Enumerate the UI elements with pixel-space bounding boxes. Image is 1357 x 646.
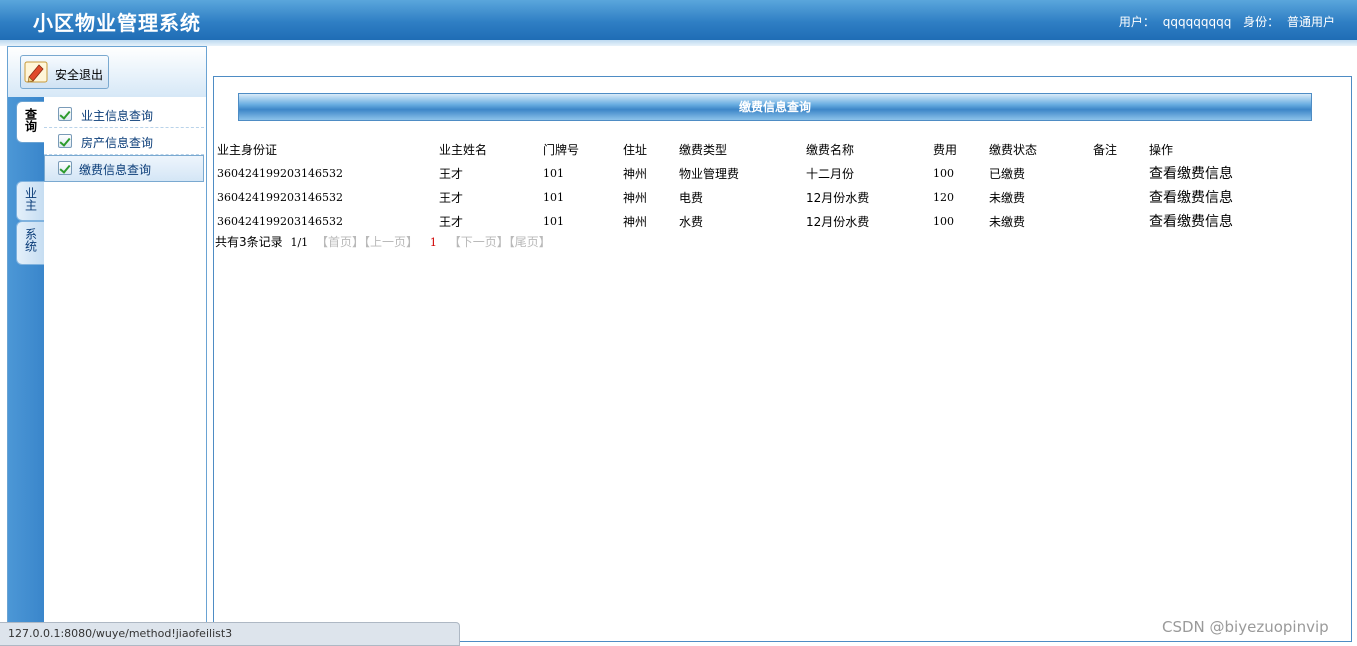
cell-fee-type: 物业管理费 bbox=[679, 166, 740, 181]
user-name: qqqqqqqqq bbox=[1162, 15, 1232, 29]
col-amount: 费用 bbox=[933, 142, 958, 157]
menu-item-label: 房产信息查询 bbox=[81, 136, 154, 150]
app-title: 小区物业管理系统 bbox=[33, 11, 201, 35]
cell-address: 神州 bbox=[623, 190, 648, 205]
col-fee-name: 缴费名称 bbox=[806, 142, 855, 157]
tab-query[interactable]: 查询 bbox=[16, 101, 44, 143]
cell-id-card: 360424199203146532 bbox=[217, 166, 343, 180]
cell-status: 已缴费 bbox=[989, 166, 1026, 181]
col-status: 缴费状态 bbox=[989, 142, 1038, 157]
cell-owner-name: 王才 bbox=[439, 166, 464, 181]
browser-status-bar: 127.0.0.1:8080/wuye/method!jiaofeilist3 bbox=[0, 622, 460, 646]
cell-fee-name: 十二月份 bbox=[806, 166, 855, 181]
col-fee-type: 缴费类型 bbox=[679, 142, 728, 157]
menu-item-label: 缴费信息查询 bbox=[79, 163, 152, 177]
table-row: 360424199203146532 王才 101 神州 水费 12月份水费 1… bbox=[217, 209, 1259, 233]
col-id-card: 业主身份证 bbox=[217, 142, 278, 157]
pager-page-info: 1/1 bbox=[290, 236, 309, 249]
role-label: 身份： bbox=[1243, 15, 1280, 29]
pager-first-link[interactable]: 【首页】 bbox=[316, 235, 364, 249]
payment-table: 业主身份证 业主姓名 门牌号 住址 缴费类型 缴费名称 费用 缴费状态 备注 操… bbox=[217, 137, 1259, 233]
view-payment-link[interactable]: 查看缴费信息 bbox=[1149, 185, 1259, 209]
main-content: 缴费信息查询 业主身份证 业主姓名 门牌号 住址 缴费类型 缴费名称 费用 缴费… bbox=[213, 76, 1352, 642]
logout-button[interactable]: 安全退出 bbox=[20, 55, 109, 89]
cell-owner-name: 王才 bbox=[439, 190, 464, 205]
logout-label: 安全退出 bbox=[55, 68, 104, 82]
main-top-spacer bbox=[210, 46, 1357, 68]
pager-total: 共有3条记录 bbox=[215, 235, 283, 249]
cell-remark bbox=[1093, 185, 1149, 209]
col-address: 住址 bbox=[623, 142, 648, 157]
col-action: 操作 bbox=[1149, 142, 1174, 157]
cell-amount: 100 bbox=[933, 166, 954, 180]
cell-id-card: 360424199203146532 bbox=[217, 214, 343, 228]
role-value: 普通用户 bbox=[1286, 15, 1335, 29]
col-owner-name: 业主姓名 bbox=[439, 142, 488, 157]
cell-id-card: 360424199203146532 bbox=[217, 190, 343, 204]
cell-door-no: 101 bbox=[543, 214, 564, 228]
vertical-tab-strip: 查询 业主 系统 bbox=[8, 97, 44, 646]
user-info: 用户： qqqqqqqqq 身份： 普通用户 bbox=[1115, 13, 1335, 30]
sidebar-menu: 业主信息查询 房产信息查询 缴费信息查询 bbox=[44, 101, 204, 182]
table-header-row: 业主身份证 业主姓名 门牌号 住址 缴费类型 缴费名称 费用 缴费状态 备注 操… bbox=[217, 137, 1259, 161]
checkbox-icon bbox=[58, 161, 72, 175]
cell-door-no: 101 bbox=[543, 166, 564, 180]
checkbox-icon bbox=[58, 134, 72, 148]
user-label: 用户： bbox=[1118, 15, 1155, 29]
table-row: 360424199203146532 王才 101 神州 电费 12月份水费 1… bbox=[217, 185, 1259, 209]
cell-door-no: 101 bbox=[543, 190, 564, 204]
header-bar: 小区物业管理系统 用户： qqqqqqqqq 身份： 普通用户 bbox=[0, 0, 1357, 40]
menu-item-label: 业主信息查询 bbox=[81, 109, 154, 123]
cell-address: 神州 bbox=[623, 214, 648, 229]
cell-owner-name: 王才 bbox=[439, 214, 464, 229]
checkbox-icon bbox=[58, 107, 72, 121]
table-row: 360424199203146532 王才 101 神州 物业管理费 十二月份 … bbox=[217, 161, 1259, 185]
tab-system[interactable]: 系统 bbox=[16, 221, 44, 265]
col-door-no: 门牌号 bbox=[543, 142, 580, 157]
menu-item-property-query[interactable]: 房产信息查询 bbox=[44, 128, 204, 155]
pagination: 共有3条记录 1/1 【首页】【上一页】 1 【下一页】【尾页】 bbox=[215, 233, 551, 250]
pager-last-link[interactable]: 【尾页】 bbox=[509, 235, 551, 249]
logout-area: 安全退出 bbox=[8, 47, 206, 97]
sidebar: 安全退出 查询 业主 系统 业主信息查询 房产信息查询 缴费信息查询 bbox=[7, 46, 207, 646]
pager-next-link[interactable]: 【下一页】 bbox=[449, 235, 509, 249]
pager-prev-link[interactable]: 【上一页】 bbox=[364, 235, 418, 249]
cell-fee-type: 电费 bbox=[679, 190, 704, 205]
cell-amount: 100 bbox=[933, 214, 954, 228]
cell-address: 神州 bbox=[623, 166, 648, 181]
tab-owner-label: 业主 bbox=[23, 187, 38, 211]
tab-system-label: 系统 bbox=[23, 228, 38, 252]
cell-amount: 120 bbox=[933, 190, 954, 204]
cell-status: 未缴费 bbox=[989, 190, 1026, 205]
tab-owner[interactable]: 业主 bbox=[16, 181, 44, 221]
tab-query-label: 查询 bbox=[23, 108, 38, 132]
watermark-text: CSDN @biyezuopinvip bbox=[1162, 618, 1329, 636]
cell-fee-name: 12月份水费 bbox=[806, 190, 870, 205]
menu-item-payment-query[interactable]: 缴费信息查询 bbox=[44, 155, 204, 182]
cell-fee-name: 12月份水费 bbox=[806, 214, 870, 229]
cell-status: 未缴费 bbox=[989, 214, 1026, 229]
view-payment-link[interactable]: 查看缴费信息 bbox=[1149, 161, 1259, 185]
pencil-icon bbox=[24, 61, 48, 83]
panel-title: 缴费信息查询 bbox=[238, 93, 1312, 121]
cell-fee-type: 水费 bbox=[679, 214, 704, 229]
view-payment-link[interactable]: 查看缴费信息 bbox=[1149, 209, 1259, 233]
col-remark: 备注 bbox=[1093, 142, 1118, 157]
pager-current-page: 1 bbox=[429, 236, 437, 249]
menu-item-owner-query[interactable]: 业主信息查询 bbox=[44, 101, 204, 128]
cell-remark bbox=[1093, 209, 1149, 233]
cell-remark bbox=[1093, 161, 1149, 185]
app-window: 小区物业管理系统 用户： qqqqqqqqq 身份： 普通用户 安全退出 查询 bbox=[0, 0, 1357, 646]
